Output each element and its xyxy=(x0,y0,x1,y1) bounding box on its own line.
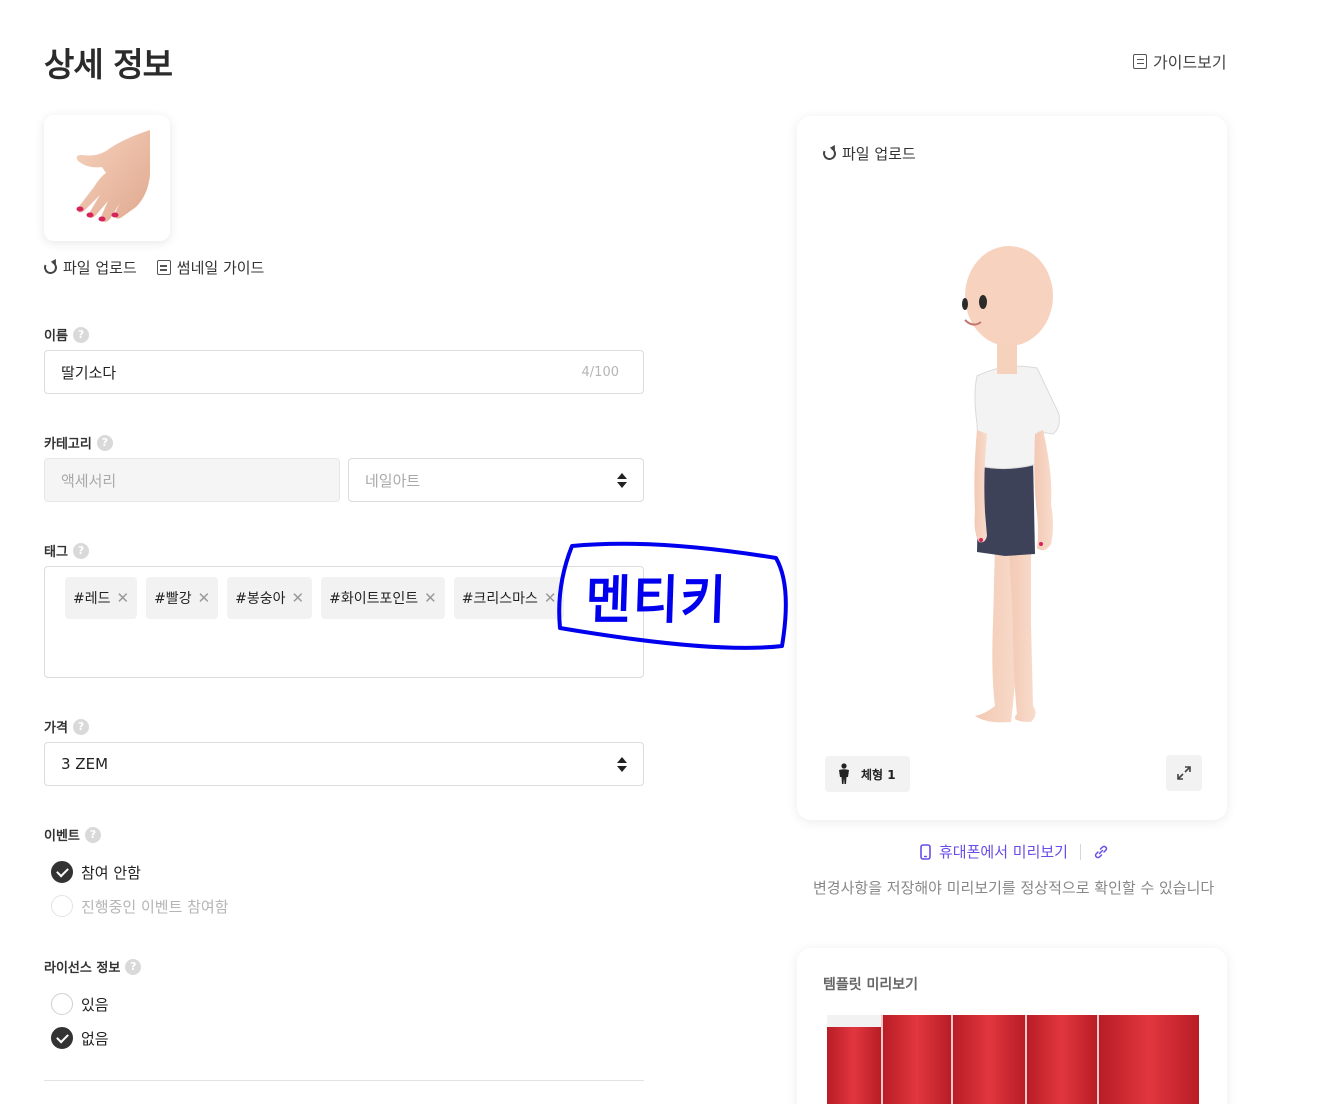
thumbnail-image xyxy=(44,115,170,241)
close-icon[interactable]: ✕ xyxy=(198,589,211,607)
tag-text: #크리스마스 xyxy=(461,591,538,607)
thumbnail-guide-button[interactable]: 썸네일 가이드 xyxy=(156,257,265,278)
radio-checked-icon xyxy=(51,1027,73,1049)
tag-text: #화이트포인트 xyxy=(329,591,419,607)
person-icon xyxy=(839,763,849,784)
divider xyxy=(1079,843,1081,860)
category-main-select: 액세서리 xyxy=(44,458,340,502)
radio-label: 있음 xyxy=(81,995,109,1014)
refresh-icon xyxy=(42,259,59,276)
price-label: 가격 ? xyxy=(44,717,89,736)
tag-label: 태그 ? xyxy=(44,541,89,560)
body-type-button[interactable]: 체형 1 xyxy=(825,756,910,792)
help-icon[interactable]: ? xyxy=(72,542,89,559)
license-label: 라이선스 정보 ? xyxy=(44,957,142,976)
thumbnail-guide-label: 썸네일 가이드 xyxy=(176,259,265,277)
license-option-no[interactable]: 없음 xyxy=(51,1027,109,1049)
name-label: 이름 ? xyxy=(44,325,89,344)
preview-upload-button[interactable]: 파일 업로드 xyxy=(821,143,916,164)
category-label: 카테고리 ? xyxy=(44,433,113,452)
tag-label-text: 태그 xyxy=(44,545,68,560)
tag-chip: #레드 ✕ xyxy=(65,577,138,619)
name-label-text: 이름 xyxy=(44,329,68,344)
select-arrows-icon xyxy=(617,472,627,488)
section-divider xyxy=(44,1080,644,1081)
template-preview-card: 템플릿 미리보기 xyxy=(797,948,1227,1104)
tag-chip: #크리스마스 ✕ xyxy=(453,577,565,619)
avatar-preview-card: 파일 업로드 체형 1 xyxy=(797,116,1227,820)
event-option-participate[interactable]: 진행중인 이벤트 참여함 xyxy=(51,895,229,917)
radio-unchecked-icon xyxy=(51,993,73,1015)
template-preview-title: 템플릿 미리보기 xyxy=(823,977,919,993)
tag-chip: #빨강 ✕ xyxy=(146,577,219,619)
radio-unchecked-icon xyxy=(51,895,73,917)
tag-text: #봉숭아 xyxy=(235,591,286,607)
help-icon[interactable]: ? xyxy=(72,718,89,735)
license-label-text: 라이선스 정보 xyxy=(44,961,121,976)
tag-chip: #봉숭아 ✕ xyxy=(227,577,313,619)
handwritten-annotation-text: 멘티키 xyxy=(584,571,729,631)
thumbnail-upload-label: 파일 업로드 xyxy=(63,259,137,277)
price-value: 3 ZEM xyxy=(61,755,109,773)
hand-nail-image xyxy=(76,130,150,222)
tag-chip: #화이트포인트 ✕ xyxy=(321,577,445,619)
close-icon[interactable]: ✕ xyxy=(292,589,305,607)
expand-icon xyxy=(1177,766,1191,780)
avatar-3d-model xyxy=(962,246,1060,723)
name-input[interactable]: 딸기소다 4/100 xyxy=(44,350,644,394)
body-type-label: 체형 1 xyxy=(861,767,896,782)
radio-label: 없음 xyxy=(81,1029,109,1048)
refresh-icon xyxy=(821,145,838,162)
mobile-preview-label: 휴대폰에서 미리보기 xyxy=(939,843,1068,861)
license-option-yes[interactable]: 있음 xyxy=(51,993,109,1015)
expand-button[interactable] xyxy=(1166,755,1202,791)
mobile-preview-link[interactable]: 휴대폰에서 미리보기 xyxy=(920,841,1109,862)
preview-upload-label: 파일 업로드 xyxy=(842,145,916,163)
category-sub-value: 네일아트 xyxy=(365,471,421,490)
radio-label: 진행중인 이벤트 참여함 xyxy=(81,897,229,916)
event-label: 이벤트 ? xyxy=(44,825,101,844)
radio-checked-icon xyxy=(51,861,73,883)
help-icon[interactable]: ? xyxy=(96,434,113,451)
guide-link-label: 가이드보기 xyxy=(1153,53,1227,72)
help-icon[interactable]: ? xyxy=(125,958,142,975)
help-icon[interactable]: ? xyxy=(84,826,101,843)
preview-notice: 변경사항을 저장해야 미리보기를 정상적으로 확인할 수 있습니다 xyxy=(813,879,1215,897)
tag-text: #레드 xyxy=(73,591,111,607)
template-nail-image xyxy=(827,1015,1199,1104)
phone-icon xyxy=(920,843,931,860)
name-input-value: 딸기소다 xyxy=(61,363,117,382)
category-sub-select[interactable]: 네일아트 xyxy=(348,458,644,502)
event-label-text: 이벤트 xyxy=(44,829,80,844)
help-icon[interactable]: ? xyxy=(72,326,89,343)
guide-link[interactable]: 가이드보기 xyxy=(1133,49,1227,73)
document-icon xyxy=(1133,53,1147,69)
select-arrows-icon xyxy=(617,756,627,772)
close-icon[interactable]: ✕ xyxy=(117,589,130,607)
category-label-text: 카테고리 xyxy=(44,437,92,452)
price-select[interactable]: 3 ZEM xyxy=(44,742,644,786)
thumbnail-actions: 파일 업로드 썸네일 가이드 xyxy=(42,257,265,278)
radio-label: 참여 안함 xyxy=(81,863,141,882)
category-main-value: 액세서리 xyxy=(61,471,117,490)
tag-text: #빨강 xyxy=(154,591,192,607)
thumbnail-upload-button[interactable]: 파일 업로드 xyxy=(42,257,137,278)
page-title: 상세 정보 xyxy=(44,45,173,84)
event-option-none[interactable]: 참여 안함 xyxy=(51,861,141,883)
document-icon xyxy=(156,260,171,275)
close-icon[interactable]: ✕ xyxy=(424,589,437,607)
price-label-text: 가격 xyxy=(44,721,68,736)
link-icon[interactable] xyxy=(1093,844,1109,860)
name-char-counter: 4/100 xyxy=(581,364,619,380)
